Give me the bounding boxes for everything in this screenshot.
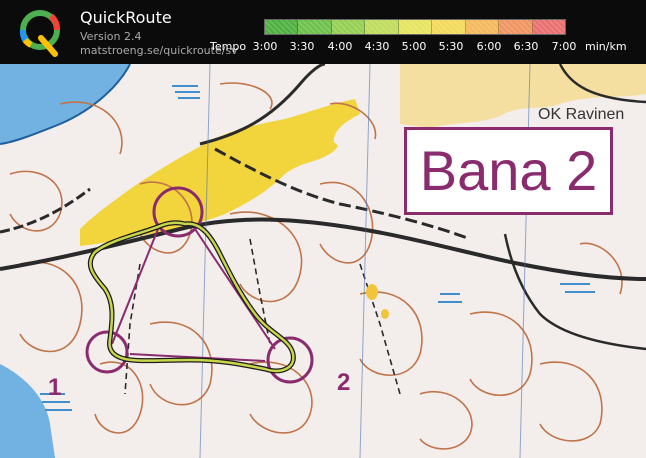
pace-scale-cell	[432, 20, 466, 34]
pace-scale-cell	[331, 20, 366, 34]
pace-tick: 6:30	[513, 40, 539, 53]
course-title-box: Bana 2	[404, 127, 613, 215]
pace-tick: 4:30	[364, 40, 390, 53]
pace-tick: 3:30	[289, 40, 315, 53]
quickroute-logo-icon	[19, 10, 60, 57]
clearings	[366, 284, 389, 319]
pace-scale-cell	[499, 20, 533, 34]
pace-tick: 5:00	[401, 40, 427, 53]
orienteering-map[interactable]: Bana 2 OK Ravinen 2 1	[0, 64, 646, 458]
club-label: OK Ravinen	[538, 106, 625, 123]
app-header: QuickRoute Version 2.4 matstroeng.se/qui…	[0, 0, 646, 64]
app-title: QuickRoute	[80, 8, 172, 27]
pace-scale-cell	[465, 20, 500, 34]
pace-label: Tempo	[210, 40, 247, 53]
pace-scale-cell	[298, 20, 332, 34]
pace-scale-cell	[532, 20, 565, 34]
control-number: 2	[337, 369, 351, 396]
pace-tick: 3:00	[252, 40, 278, 53]
control-number: 1	[48, 374, 62, 401]
pace-tick: 4:00	[327, 40, 353, 53]
pace-tick: 5:30	[438, 40, 464, 53]
pace-scale-cell	[365, 20, 399, 34]
pace-scale-cell	[265, 20, 299, 34]
app-version: Version 2.4	[80, 30, 142, 43]
lake	[0, 64, 130, 144]
pace-scale-cell	[398, 20, 433, 34]
pace-tick: 6:00	[476, 40, 502, 53]
north-lines	[199, 64, 531, 458]
pace-tick: 7:00	[551, 40, 577, 53]
course-title: Bana 2	[419, 139, 598, 202]
pace-unit: min/km	[585, 40, 627, 53]
pace-color-scale	[264, 19, 566, 35]
